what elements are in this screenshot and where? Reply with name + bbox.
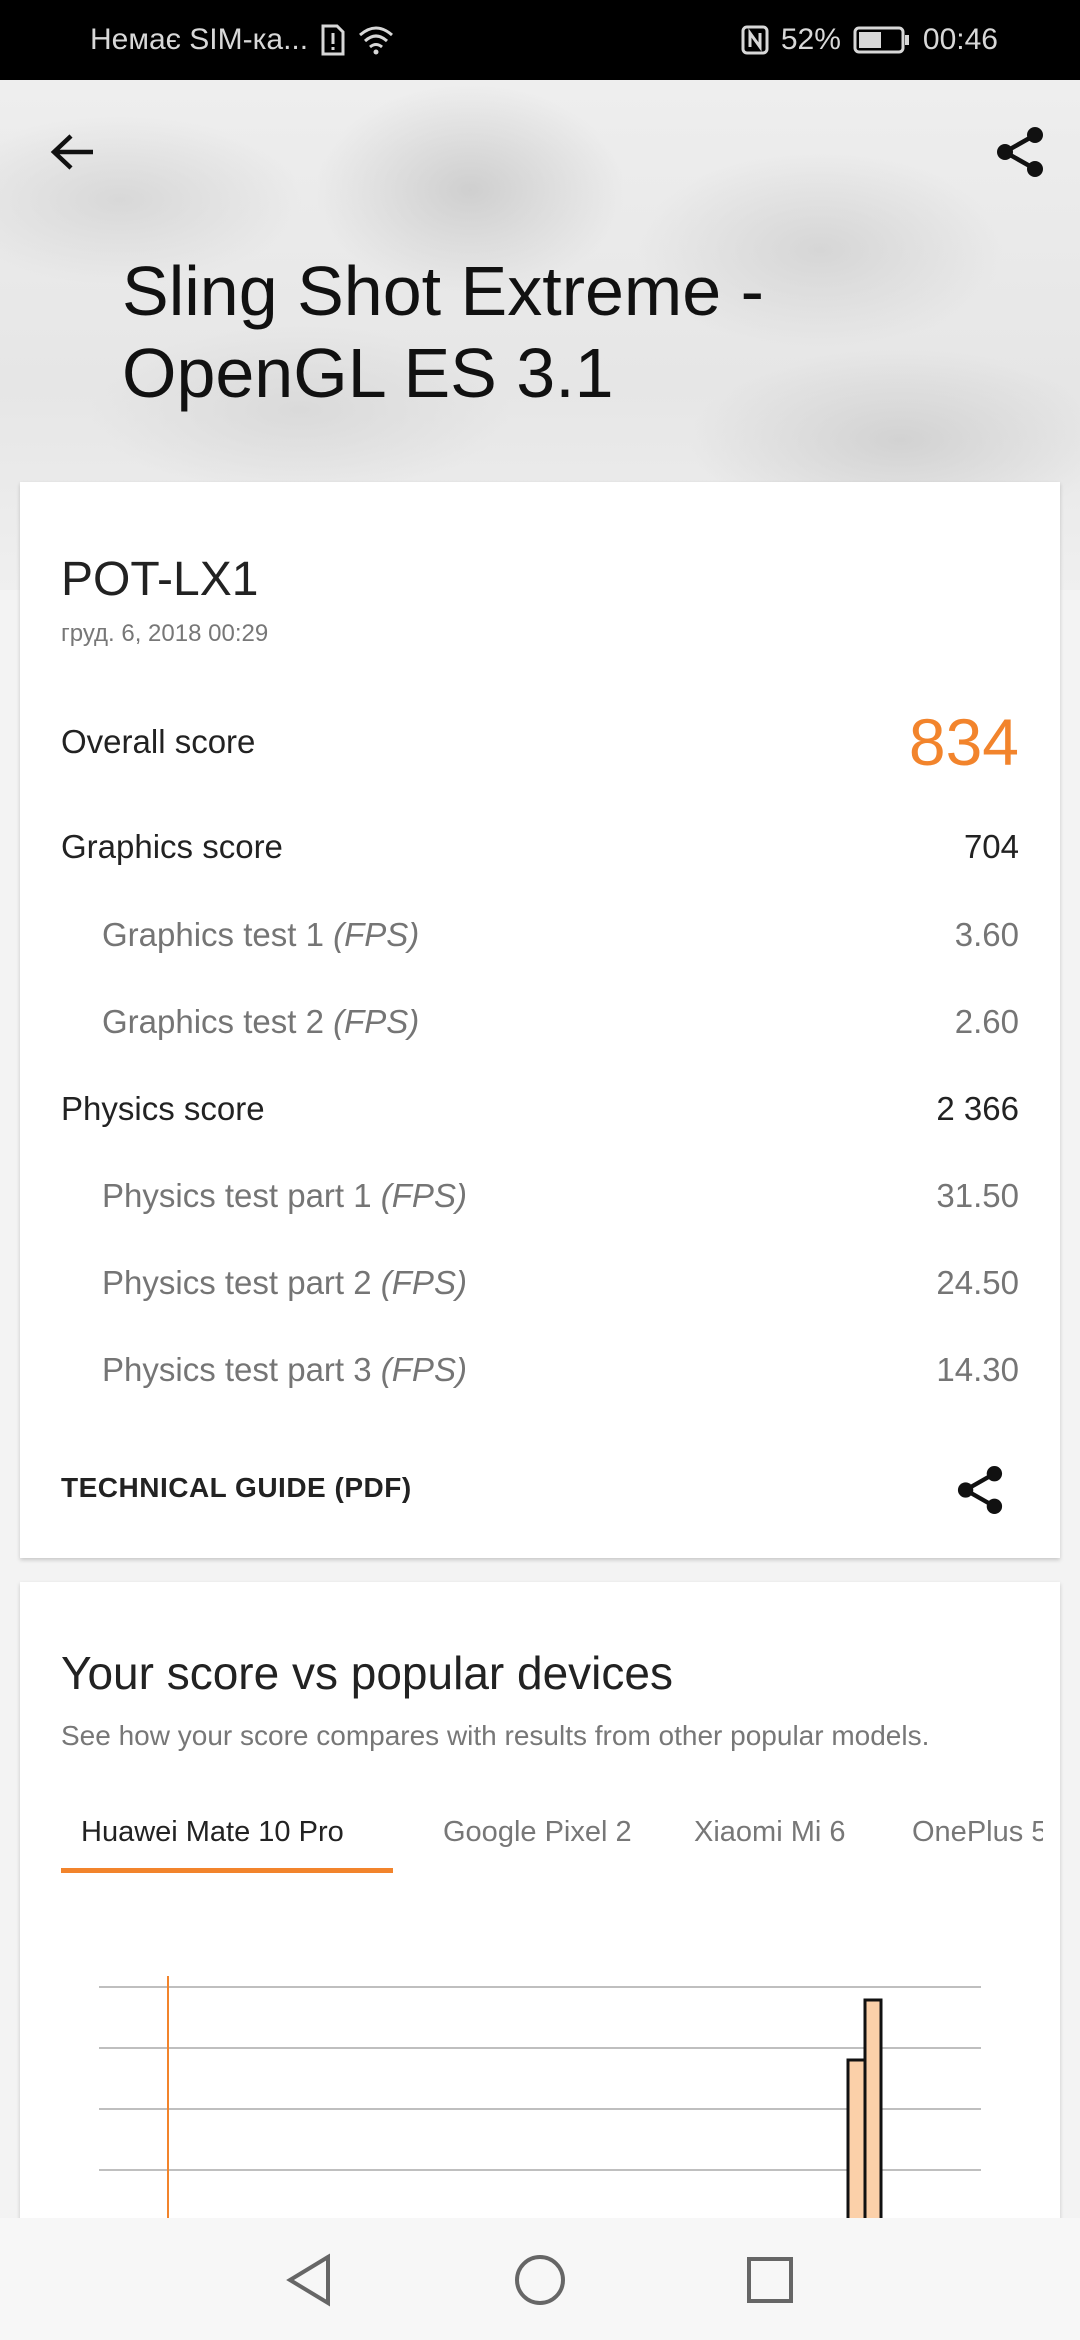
physics-test-1-row: Physics test part 1 (FPS) 31.50 [61,1177,1019,1215]
share-icon [957,1466,1003,1514]
page-title-line1: Sling Shot Extreme - [122,252,764,330]
triangle-back-icon [286,2253,330,2307]
carrier-text: Немає SIM-ка... [90,23,309,56]
graphics-test-1-row: Graphics test 1 (FPS) 3.60 [61,916,1019,954]
physics-test-3-label: Physics test part 3 [102,1351,372,1388]
active-tab-indicator [61,1868,393,1873]
graphics-test-1-value: 3.60 [954,916,1019,953]
physics-test-2-unit: (FPS) [380,1264,467,1301]
physics-test-2-row: Physics test part 2 (FPS) 24.50 [61,1264,1019,1302]
device-tabs: Huawei Mate 10 Pro Google Pixel 2 Xiaomi… [61,1792,1043,1882]
physics-score-value: 2 366 [936,1090,1019,1127]
sim-alert-icon [320,24,346,56]
graphics-score-value: 704 [963,828,1019,865]
page-title: Sling Shot Extreme - OpenGL ES 3.1 [122,250,942,414]
overall-score-value: 834 [908,705,1019,779]
physics-test-1-unit: (FPS) [380,1177,467,1214]
tab-google-pixel-2[interactable]: Google Pixel 2 [443,1792,632,1872]
overall-score-label: Overall score [61,723,256,760]
graphics-score-label: Graphics score [61,828,283,865]
wifi-icon [358,25,394,55]
nav-recent-apps-button[interactable] [738,2248,802,2312]
physics-score-row: Physics score 2 366 [61,1090,1019,1128]
clock: 00:46 [922,23,998,56]
graphics-test-2-row: Graphics test 2 (FPS) 2.60 [61,1003,1019,1041]
nfc-icon [741,25,769,55]
results-card: POT-LX1 груд. 6, 2018 00:29 Overall scor… [20,482,1060,1558]
result-date: груд. 6, 2018 00:29 [61,620,269,647]
compare-subtitle: See how your score compares with results… [61,1720,930,1751]
graphics-score-row: Graphics score 704 [61,828,1019,866]
physics-test-2-value: 24.50 [936,1264,1019,1301]
graphics-test-1-label: Graphics test 1 [102,916,324,953]
technical-guide-share-button[interactable] [950,1460,1010,1520]
status-bar: Немає SIM-ка... 52% 00:46 [0,0,1080,80]
graphics-test-2-value: 2.60 [954,1003,1019,1040]
tab-xiaomi-mi-6[interactable]: Xiaomi Mi 6 [694,1792,846,1872]
device-name: POT-LX1 [61,553,259,606]
back-button[interactable] [40,120,104,184]
share-icon [997,127,1043,177]
physics-test-2-label: Physics test part 2 [102,1264,372,1301]
nav-home-button[interactable] [508,2248,572,2312]
square-recent-icon [747,2257,793,2303]
graphics-test-2-label: Graphics test 2 [102,1003,324,1040]
physics-test-3-unit: (FPS) [380,1351,467,1388]
battery-percent: 52% [780,23,841,56]
tab-oneplus-5[interactable]: OnePlus 5 [912,1792,1043,1872]
overall-score-row: Overall score 834 [61,704,1019,780]
compare-title: Your score vs popular devices [61,1647,673,1699]
arrow-left-icon [50,134,93,170]
physics-score-label: Physics score [61,1090,265,1127]
share-button[interactable] [988,120,1052,184]
tab-huawei-mate-10-pro[interactable]: Huawei Mate 10 Pro [81,1792,344,1872]
physics-test-3-value: 14.30 [936,1351,1019,1388]
circle-home-icon [515,2255,565,2305]
technical-guide-link[interactable]: TECHNICAL GUIDE (PDF) [61,1472,412,1504]
status-left: Немає SIM-ка... [90,23,394,57]
status-right: 52% 00:46 [741,23,998,57]
battery-icon [853,26,911,54]
physics-test-3-row: Physics test part 3 (FPS) 14.30 [61,1351,1019,1389]
page-title-line2: OpenGL ES 3.1 [122,334,614,412]
nav-back-button[interactable] [277,2248,341,2312]
physics-test-1-value: 31.50 [936,1177,1019,1214]
graphics-test-1-unit: (FPS) [333,916,420,953]
graphics-test-2-unit: (FPS) [333,1003,420,1040]
physics-test-1-label: Physics test part 1 [102,1177,372,1214]
